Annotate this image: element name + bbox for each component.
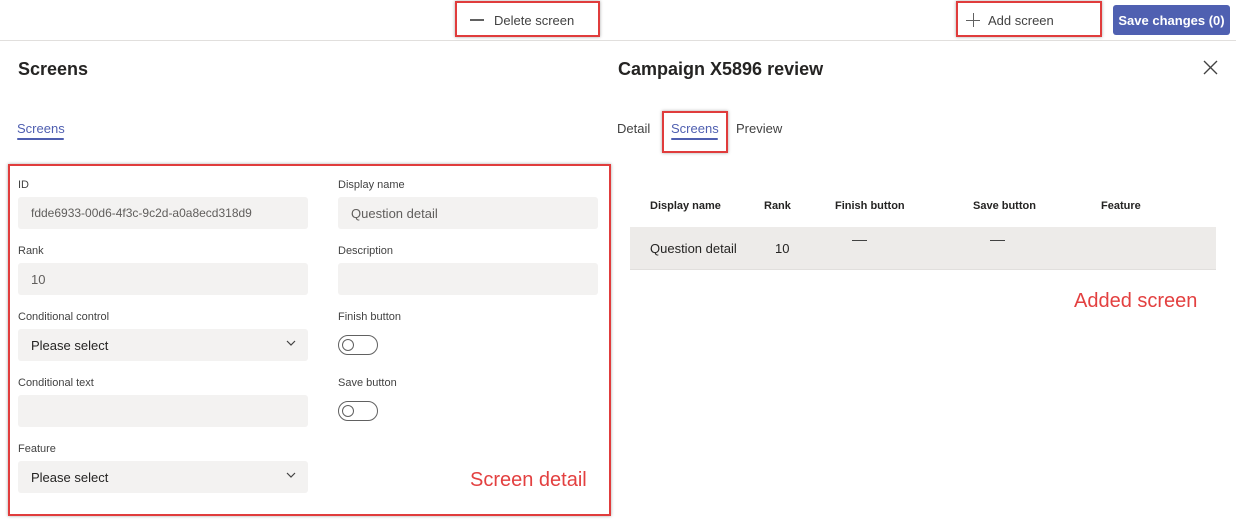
conditional-control-label: Conditional control [18, 311, 110, 323]
col-header-feature[interactable]: Feature [1101, 200, 1141, 212]
cell-finish-button-empty [852, 240, 867, 242]
tab-preview[interactable]: Preview [736, 121, 782, 136]
save-changes-button[interactable]: Save changes (0) [1113, 5, 1230, 35]
tab-underline-right [671, 138, 718, 140]
add-screen-button[interactable]: Add screen [966, 7, 1054, 33]
command-bar: Delete screen Add screen Save changes (0… [0, 0, 1236, 41]
plus-icon [966, 13, 980, 27]
tab-screens[interactable]: Screens [671, 121, 719, 136]
add-screen-label: Add screen [988, 12, 1054, 28]
description-label: Description [338, 245, 394, 257]
conditional-control-dropdown[interactable]: Please select [18, 329, 308, 361]
id-field[interactable]: fdde6933-00d6-4f3c-9c2d-a0a8ecd318d9 [18, 197, 308, 229]
added-screen-annotation: Added screen [1074, 290, 1198, 312]
rank-value: 10 [31, 271, 46, 287]
id-label: ID [18, 179, 29, 191]
chevron-down-icon [286, 472, 296, 478]
save-button-label: Save button [338, 377, 397, 389]
col-header-save-button[interactable]: Save button [973, 200, 1036, 212]
finish-button-toggle[interactable] [338, 335, 378, 355]
close-icon[interactable] [1203, 60, 1218, 75]
description-field[interactable] [338, 263, 598, 295]
rank-field[interactable]: 10 [18, 263, 308, 295]
display-name-value: Question detail [351, 205, 438, 221]
left-panel-title: Screens [18, 59, 89, 79]
display-name-label: Display name [338, 179, 405, 191]
tab-underline-left [17, 138, 64, 140]
cell-display-name: Question detail [650, 241, 737, 256]
col-header-display-name[interactable]: Display name [650, 200, 721, 212]
chevron-down-icon [286, 340, 296, 346]
finish-button-label: Finish button [338, 311, 401, 323]
col-header-finish-button[interactable]: Finish button [835, 200, 905, 212]
conditional-text-field[interactable] [18, 395, 308, 427]
feature-value: Please select [31, 469, 109, 485]
screen-detail-annotation: Screen detail [470, 469, 587, 491]
right-panel-title: Campaign X5896 review [618, 59, 824, 79]
minus-icon [470, 19, 484, 21]
display-name-field[interactable]: Question detail [338, 197, 598, 229]
col-header-rank[interactable]: Rank [764, 200, 791, 212]
feature-dropdown[interactable]: Please select [18, 461, 308, 493]
id-value: fdde6933-00d6-4f3c-9c2d-a0a8ecd318d9 [31, 206, 252, 220]
save-changes-label: Save changes (0) [1118, 12, 1225, 28]
delete-screen-label: Delete screen [494, 12, 575, 28]
save-button-toggle[interactable] [338, 401, 378, 421]
delete-screen-button[interactable]: Delete screen [470, 7, 574, 33]
cell-rank: 10 [775, 241, 790, 256]
rank-label: Rank [18, 245, 44, 257]
cell-save-button-empty [990, 240, 1005, 242]
conditional-control-value: Please select [31, 337, 109, 353]
tab-detail[interactable]: Detail [617, 121, 650, 136]
feature-label: Feature [18, 443, 56, 455]
tab-screens-left[interactable]: Screens [17, 121, 65, 136]
conditional-text-label: Conditional text [18, 377, 94, 389]
